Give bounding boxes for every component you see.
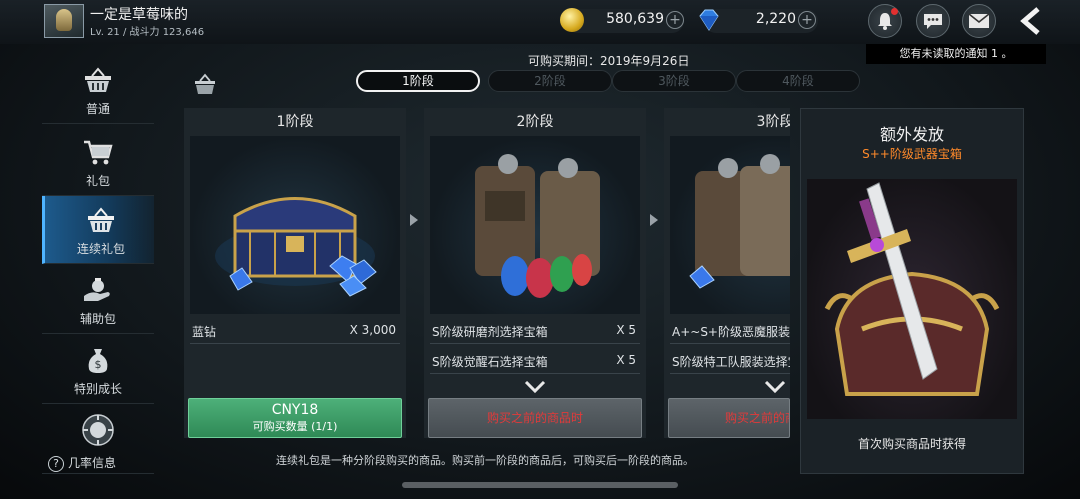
costume-set-image	[670, 136, 790, 314]
probability-info-label: 几率信息	[68, 456, 117, 470]
stage-card-1: 1阶段 蓝钻 X 3,000	[184, 108, 406, 438]
reward-name: S阶级觉醒石选择宝箱	[432, 355, 548, 369]
sidebar-item-helper-bag[interactable]: 辅助包	[42, 266, 154, 334]
helper-bag-icon	[78, 274, 118, 306]
avatar[interactable]	[44, 4, 84, 38]
top-bar: 一定是草莓味的 Lv. 21 / 战斗力 123,646 580,639 + 2…	[0, 0, 1080, 44]
weapon-chest-image	[807, 179, 1017, 419]
svg-text:$: $	[95, 358, 102, 371]
chat-button[interactable]	[916, 4, 950, 38]
reward-row: S阶级研磨剂选择宝箱 X 5	[430, 316, 640, 344]
stage-card-2: 2阶段 S阶级研磨剂选择宝箱 X 5 S阶级觉醒石选择宝箱 X 5	[424, 108, 646, 438]
chevron-left-icon	[1020, 7, 1040, 35]
purchase-period: 可购买期间：2019年9月26日	[528, 54, 690, 68]
back-button[interactable]	[1014, 4, 1046, 38]
probability-info-button[interactable]: ? 几率信息	[48, 454, 116, 472]
gem-amount: 2,220	[755, 11, 796, 27]
tab-stage-2[interactable]: 2阶段	[488, 70, 612, 92]
reward-name: 蓝钻	[192, 325, 217, 339]
reward-quantity: X 5	[612, 323, 636, 337]
cart-icon	[78, 136, 118, 168]
notification-dot	[891, 8, 898, 15]
sidebar-item-label: 普通	[85, 102, 110, 116]
horizontal-scrollbar[interactable]	[402, 482, 678, 488]
armor-set-image	[430, 136, 640, 314]
reward-row: A+~S+阶级恶魔服装宝箱	[670, 316, 790, 344]
add-gems-button[interactable]: +	[798, 11, 816, 29]
unread-notice[interactable]: 您有未读取的通知 1 。	[866, 44, 1046, 64]
buy-button-stage-3[interactable]: 购买之前的商品时	[668, 398, 790, 438]
package-description: 连续礼包是一种分阶段购买的商品。购买前一阶段的商品后，可购买后一阶段的商品。	[276, 454, 694, 467]
sidebar-item-label: 连续礼包	[76, 242, 125, 256]
notification-button[interactable]	[868, 4, 902, 38]
category-sidebar: 普通 礼包 连续礼包 辅助包 $ 特别成长	[40, 52, 158, 474]
add-gold-button[interactable]: +	[666, 11, 684, 29]
gold-coin-icon	[560, 8, 584, 32]
reward-row: S阶级觉醒石选择宝箱 X 5	[430, 346, 640, 374]
buy-button-stage-1[interactable]: CNY18 可购买数量 (1/1)	[188, 398, 402, 438]
question-icon: ?	[48, 456, 64, 472]
user-name: 一定是草莓味的	[90, 7, 188, 23]
chat-bubble-icon	[924, 14, 942, 29]
stage-card-title: 1阶段	[276, 114, 314, 130]
bonus-title: 额外发放	[879, 125, 944, 144]
tab-stage-4[interactable]: 4阶段	[736, 70, 860, 92]
sidebar-item-special-growth[interactable]: $ 特别成长	[42, 336, 154, 404]
next-stage-arrow-icon	[650, 214, 658, 226]
reward-quantity: X 5	[612, 353, 636, 367]
chevron-down-icon[interactable]	[524, 380, 546, 394]
bonus-reward-panel: 额外发放 S++阶级武器宝箱 首次购买商品时获得	[800, 108, 1024, 474]
reward-name: A+~S+阶级恶魔服装宝箱	[672, 325, 790, 339]
sidebar-item-package[interactable]: 礼包	[42, 128, 154, 196]
bonus-subtitle: S++阶级武器宝箱	[862, 147, 962, 161]
shop-screen: 一定是草莓味的 Lv. 21 / 战斗力 123,646 580,639 + 2…	[0, 0, 1080, 499]
price-label: CNY18	[271, 402, 319, 418]
mail-button[interactable]	[962, 4, 996, 38]
reward-row: S阶级特工队服装选择宝箱	[670, 346, 790, 374]
tab-stage-1[interactable]: 1阶段	[356, 70, 480, 92]
sidebar-item-label: 礼包	[85, 174, 110, 188]
basket-icon	[78, 64, 118, 96]
treasure-chest-image	[190, 136, 400, 314]
gold-amount: 580,639	[606, 11, 664, 27]
next-stage-arrow-icon	[410, 214, 418, 226]
reward-name: S阶级研磨剂选择宝箱	[432, 325, 548, 339]
bonus-condition: 首次购买商品时获得	[857, 437, 966, 451]
buy-button-stage-2[interactable]: 购买之前的商品时	[428, 398, 642, 438]
reward-name: S阶级特工队服装选择宝箱	[672, 355, 790, 369]
basket-icon	[195, 73, 215, 94]
stage-card-3: 3阶段 A+~S+阶级恶魔服装宝箱 S阶级特工队服装选择宝箱	[664, 108, 790, 438]
money-bag-icon: $	[78, 344, 118, 376]
sidebar-item-continuous-package[interactable]: 连续礼包	[42, 196, 154, 264]
blue-diamond-icon	[699, 9, 719, 31]
user-level-power: Lv. 21 / 战斗力 123,646	[90, 27, 205, 38]
sidebar-item-normal[interactable]: 普通	[42, 56, 154, 124]
sidebar-item-label: 特别成长	[73, 382, 122, 396]
sidebar-item-label: 辅助包	[79, 312, 116, 326]
stage-card-title: 3阶段	[756, 114, 790, 130]
mail-icon	[968, 13, 990, 28]
reward-row: 蓝钻 X 3,000	[190, 316, 400, 344]
special-emblem-icon	[78, 414, 118, 446]
tab-stage-3[interactable]: 3阶段	[612, 70, 736, 92]
reward-quantity: X 3,000	[345, 323, 396, 337]
basket-icon	[81, 204, 121, 236]
purchase-limit-label: 可购买数量 (1/1)	[252, 420, 338, 433]
stage-card-title: 2阶段	[516, 114, 554, 130]
chevron-down-icon[interactable]	[764, 380, 786, 394]
